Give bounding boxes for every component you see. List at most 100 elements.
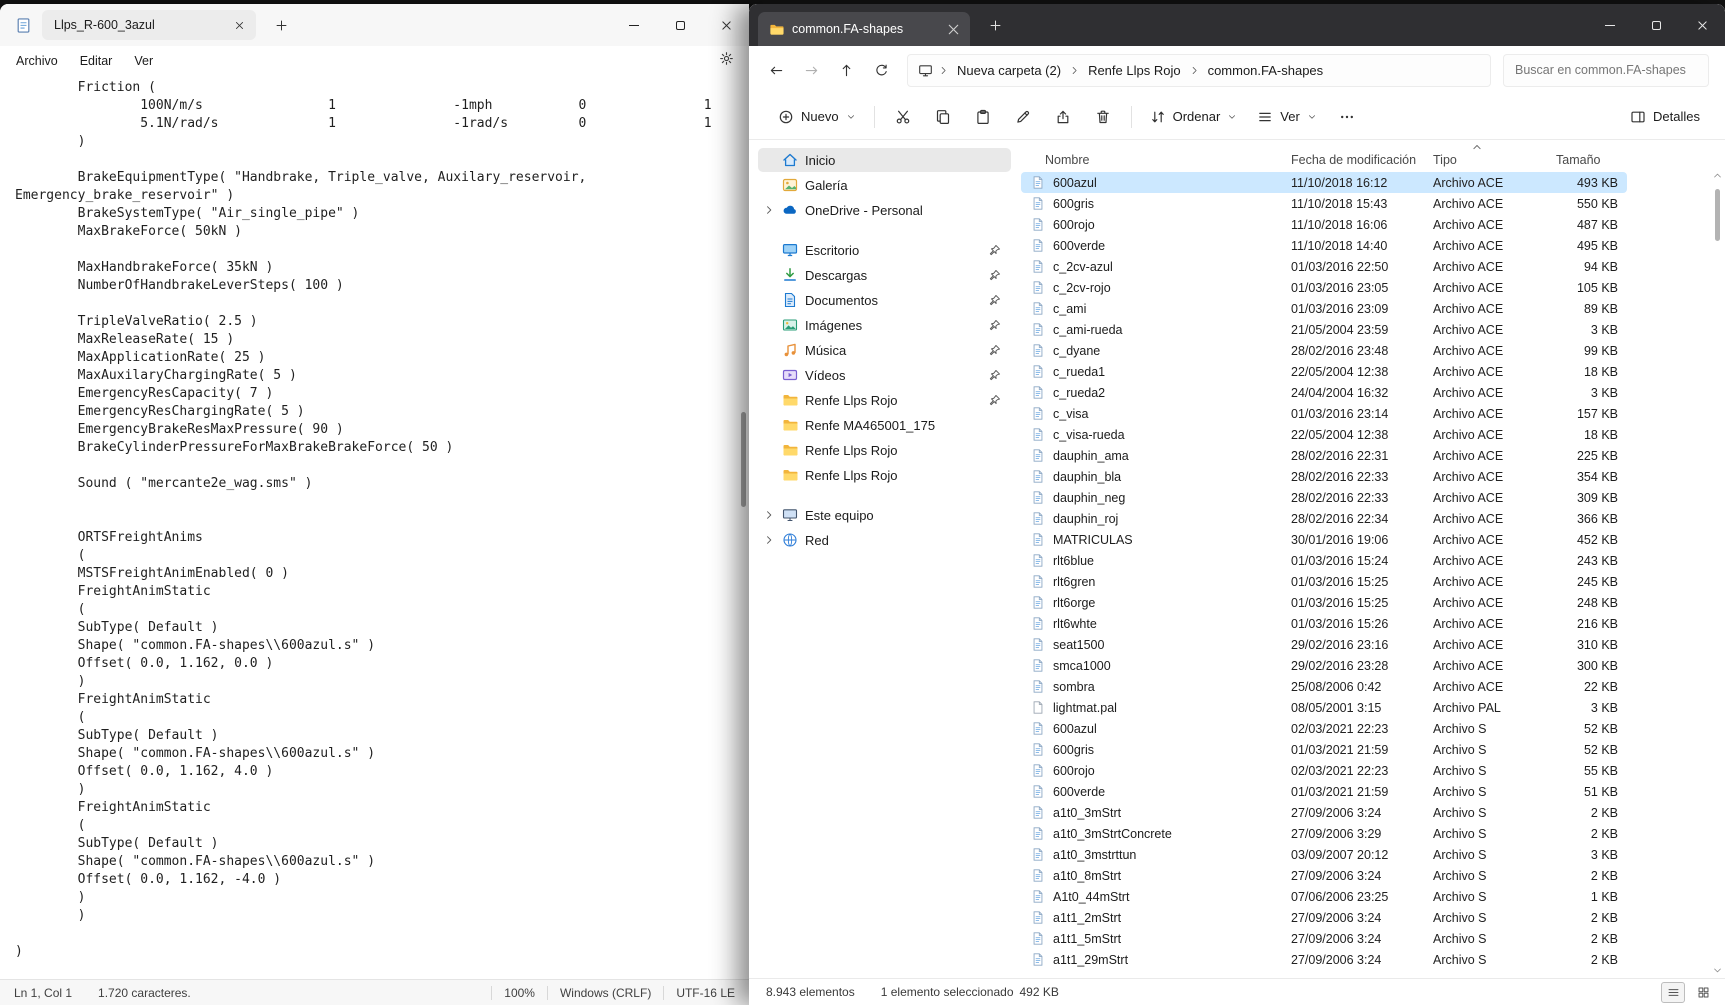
file-row[interactable]: 600rojo11/10/2018 16:06Archivo ACE487 KB [1021,214,1627,235]
file-row[interactable]: a1t0_3mStrt27/09/2006 3:24Archivo S2 KB [1021,802,1627,823]
file-row[interactable]: dauphin_neg28/02/2016 22:33Archivo ACE30… [1021,487,1627,508]
sidebar-item-documentos[interactable]: Documentos [758,288,1011,312]
menu-archivo[interactable]: Archivo [5,50,69,72]
new-button[interactable]: Nuevo [769,102,865,132]
explorer-titlebar[interactable]: common.FA-shapes [749,4,1725,46]
file-row[interactable]: rlt6gren01/03/2016 15:25Archivo ACE245 K… [1021,571,1627,592]
chevron-right-icon[interactable] [763,534,775,546]
cut-button[interactable] [884,101,922,133]
list-scrollbar[interactable] [1711,170,1724,976]
sidebar-item-im-genes[interactable]: Imágenes [758,313,1011,337]
search-box[interactable] [1503,54,1709,87]
more-button[interactable] [1328,101,1366,133]
close-button[interactable] [703,4,749,46]
line-ending[interactable]: Windows (CRLF) [560,986,651,1000]
chevron-right-icon[interactable] [763,204,775,216]
sidebar-item-red[interactable]: Red [758,528,1011,552]
sidebar-item-galer-a[interactable]: Galería [758,173,1011,197]
scroll-up-icon[interactable] [1712,170,1723,181]
file-row[interactable]: c_ami-rueda21/05/2004 23:59Archivo ACE3 … [1021,319,1627,340]
new-tab-button[interactable] [982,12,1008,38]
sidebar-item-escritorio[interactable]: Escritorio [758,238,1011,262]
file-row[interactable]: 600gris11/10/2018 15:43Archivo ACE550 KB [1021,193,1627,214]
sidebar-item-renfe-llps-rojo[interactable]: Renfe Llps Rojo [758,463,1011,487]
sidebar-item-renfe-ma465001-175[interactable]: Renfe MA465001_175 [758,413,1011,437]
file-row[interactable]: c_ami01/03/2016 23:09Archivo ACE89 KB [1021,298,1627,319]
file-row[interactable]: rlt6blue01/03/2016 15:24Archivo ACE243 K… [1021,550,1627,571]
file-row[interactable]: 600azul02/03/2021 22:23Archivo S52 KB [1021,718,1627,739]
breadcrumb-item[interactable]: Nueva carpeta (2) [950,59,1068,82]
breadcrumb-item-current[interactable]: common.FA-shapes [1201,59,1331,82]
share-button[interactable] [1044,101,1082,133]
sort-button[interactable]: Ordenar [1141,102,1247,132]
file-row[interactable]: 600verde01/03/2021 21:59Archivo S51 KB [1021,781,1627,802]
file-row[interactable]: c_dyane28/02/2016 23:48Archivo ACE99 KB [1021,340,1627,361]
refresh-button[interactable] [864,55,899,86]
back-button[interactable] [759,55,794,86]
maximize-button[interactable] [657,4,703,46]
sidebar-item-renfe-llps-rojo[interactable]: Renfe Llps Rojo [758,438,1011,462]
close-tab-icon[interactable] [230,16,248,34]
file-row[interactable]: rlt6orge01/03/2016 15:25Archivo ACE248 K… [1021,592,1627,613]
minimize-button[interactable] [1587,4,1633,46]
file-row[interactable]: c_visa01/03/2016 23:14Archivo ACE157 KB [1021,403,1627,424]
menu-editar[interactable]: Editar [69,50,124,72]
chevron-right-icon[interactable] [938,65,949,76]
column-header-tamano[interactable]: Tamaño [1544,153,1624,167]
forward-button[interactable] [794,55,829,86]
file-row[interactable]: rlt6whte01/03/2016 15:26Archivo ACE216 K… [1021,613,1627,634]
file-row[interactable]: lightmat.pal08/05/2001 3:15Archivo PAL3 … [1021,697,1627,718]
view-button[interactable]: Ver [1248,102,1326,132]
sidebar-item-onedrive-personal[interactable]: OneDrive - Personal [758,198,1011,222]
settings-button[interactable] [719,51,734,71]
chevron-right-icon[interactable] [1189,65,1200,76]
column-header-tipo[interactable]: Tipo [1421,153,1544,167]
chevron-right-icon[interactable] [763,509,775,521]
maximize-button[interactable] [1633,4,1679,46]
details-pane-button[interactable]: Detalles [1621,102,1709,132]
file-row[interactable]: 600rojo02/03/2021 22:23Archivo S55 KB [1021,760,1627,781]
file-row[interactable]: A1t0_44mStrt07/06/2006 23:25Archivo S1 K… [1021,886,1627,907]
editor-content[interactable]: Friction ( 100N/m/s 1 -1mph 0 1 5.1N/rad… [0,76,749,979]
encoding[interactable]: UTF-16 LE [676,986,735,1000]
file-row[interactable]: c_rueda122/05/2004 12:38Archivo ACE18 KB [1021,361,1627,382]
file-row[interactable]: sombra25/08/2006 0:42Archivo ACE22 KB [1021,676,1627,697]
file-row[interactable]: c_visa-rueda22/05/2004 12:38Archivo ACE1… [1021,424,1627,445]
details-view-button[interactable] [1661,982,1685,1003]
menu-ver[interactable]: Ver [123,50,164,72]
file-row[interactable]: a1t0_3mStrtConcrete27/09/2006 3:29Archiv… [1021,823,1627,844]
sidebar-item-este-equipo[interactable]: Este equipo [758,503,1011,527]
explorer-tab[interactable]: common.FA-shapes [758,12,970,46]
thumbnails-view-button[interactable] [1691,982,1715,1003]
minimize-button[interactable] [611,4,657,46]
file-row[interactable]: MATRICULAS30/01/2016 19:06Archivo ACE452… [1021,529,1627,550]
file-row[interactable]: a1t0_3mstrttun03/09/2007 20:12Archivo S3… [1021,844,1627,865]
notepad-titlebar[interactable]: Llps_R-600_3azul [0,4,749,46]
column-header-fecha[interactable]: Fecha de modificación [1279,153,1421,167]
file-row[interactable]: a1t1_29mStrt27/09/2006 3:24Archivo S2 KB [1021,949,1627,970]
sidebar-item-descargas[interactable]: Descargas [758,263,1011,287]
rename-button[interactable] [1004,101,1042,133]
file-row[interactable]: 600gris01/03/2021 21:59Archivo S52 KB [1021,739,1627,760]
file-row[interactable]: c_2cv-azul01/03/2016 22:50Archivo ACE94 … [1021,256,1627,277]
file-row[interactable]: dauphin_bla28/02/2016 22:33Archivo ACE35… [1021,466,1627,487]
copy-button[interactable] [924,101,962,133]
delete-button[interactable] [1084,101,1122,133]
file-row[interactable]: a1t1_5mStrt27/09/2006 3:24Archivo S2 KB [1021,928,1627,949]
column-header-nombre[interactable]: Nombre [1031,153,1279,167]
sidebar-item-inicio[interactable]: Inicio [758,148,1011,172]
sidebar-item-renfe-llps-rojo[interactable]: Renfe Llps Rojo [758,388,1011,412]
new-tab-button[interactable] [268,12,294,38]
file-row[interactable]: 600azul11/10/2018 16:12Archivo ACE493 KB [1021,172,1627,193]
scrollbar-thumb[interactable] [1715,189,1720,241]
file-row[interactable]: a1t1_2mStrt27/09/2006 3:24Archivo S2 KB [1021,907,1627,928]
sidebar-item-m-sica[interactable]: Música [758,338,1011,362]
file-row[interactable]: dauphin_ama28/02/2016 22:31Archivo ACE22… [1021,445,1627,466]
zoom-level[interactable]: 100% [504,986,535,1000]
file-row[interactable]: smca100029/02/2016 23:28Archivo ACE300 K… [1021,655,1627,676]
file-row[interactable]: c_rueda224/04/2004 16:32Archivo ACE3 KB [1021,382,1627,403]
search-input[interactable] [1515,63,1697,77]
editor-scrollbar-thumb[interactable] [741,412,746,507]
sidebar-item-v-deos[interactable]: Vídeos [758,363,1011,387]
file-row[interactable]: 600verde11/10/2018 14:40Archivo ACE495 K… [1021,235,1627,256]
